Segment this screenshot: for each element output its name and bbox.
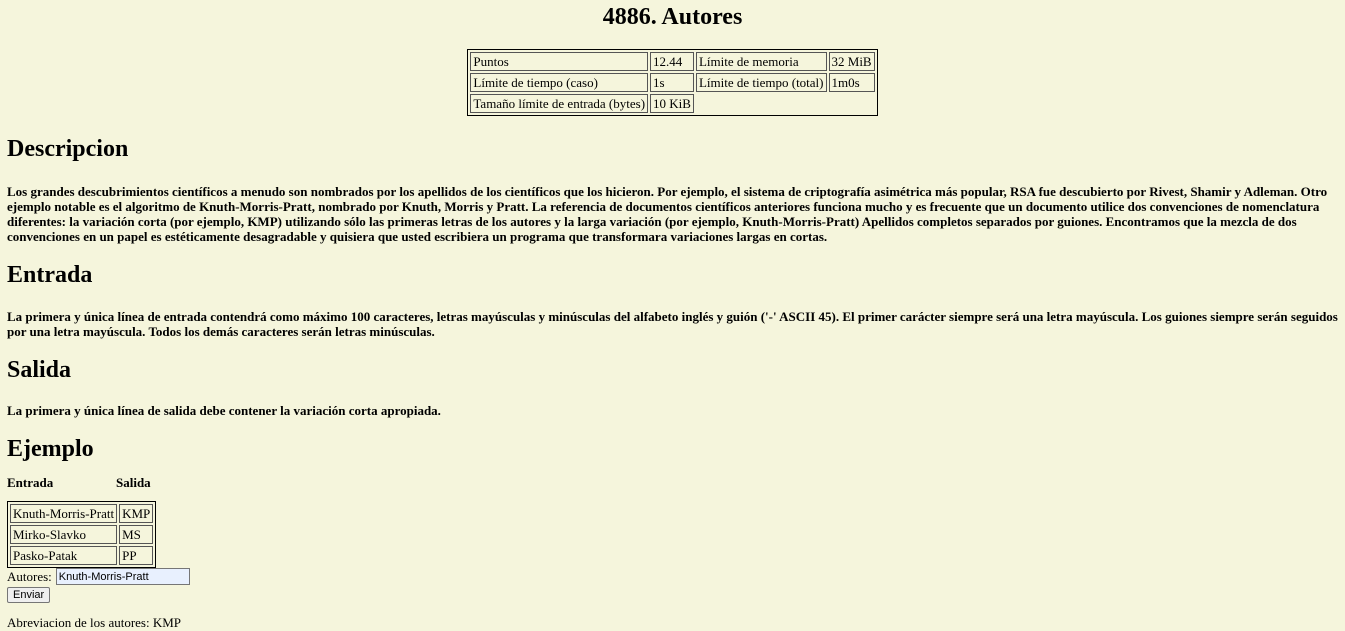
table-row: Mirko-Slavko MS bbox=[10, 525, 154, 544]
table-row: Puntos 12.44 Límite de memoria 32 MiB bbox=[470, 52, 875, 71]
ejemplo-heading: Ejemplo bbox=[7, 436, 94, 462]
result-text: Abreviacion de los autores: KMP bbox=[7, 615, 182, 630]
example-output-cell: KMP bbox=[119, 504, 154, 523]
memoria-value: 32 MiB bbox=[828, 52, 875, 71]
authors-input[interactable] bbox=[55, 568, 190, 585]
examples-table: Knuth-Morris-Pratt KMP Mirko-Slavko MS P… bbox=[7, 501, 157, 568]
example-input-cell: Mirko-Slavko bbox=[10, 525, 118, 544]
descripcion-heading: Descripcion bbox=[7, 136, 129, 162]
puntos-value: 12.44 bbox=[650, 52, 694, 71]
salida-heading: Salida bbox=[7, 357, 72, 383]
problem-page: 4886. Autores Puntos 12.44 Límite de mem… bbox=[0, 3, 1345, 631]
limits-table: Puntos 12.44 Límite de memoria 32 MiB Lí… bbox=[467, 49, 878, 116]
example-output-header: Salida bbox=[116, 475, 151, 490]
example-input-cell: Pasko-Patak bbox=[10, 546, 118, 565]
tiempo-total-value: 1m0s bbox=[828, 73, 875, 92]
page-title: 4886. Autores bbox=[602, 4, 743, 30]
tiempo-caso-label: Límite de tiempo (caso) bbox=[470, 73, 649, 92]
memoria-label: Límite de memoria bbox=[695, 52, 827, 71]
entrada-heading: Entrada bbox=[7, 262, 93, 288]
descripcion-text: Los grandes descubrimientos científicos … bbox=[7, 184, 1328, 244]
puntos-label: Puntos bbox=[470, 52, 649, 71]
table-row: Pasko-Patak PP bbox=[10, 546, 154, 565]
example-input-cell: Knuth-Morris-Pratt bbox=[10, 504, 118, 523]
table-row: Knuth-Morris-Pratt KMP bbox=[10, 504, 154, 523]
entrada-limit-label: Tamaño límite de entrada (bytes) bbox=[470, 94, 649, 113]
example-headers: Entrada Salida bbox=[7, 475, 1338, 491]
example-input-header: Entrada bbox=[7, 475, 54, 490]
tiempo-caso-value: 1s bbox=[650, 73, 694, 92]
authors-row: Autores: bbox=[7, 568, 1338, 585]
tiempo-total-label: Límite de tiempo (total) bbox=[695, 73, 827, 92]
table-row: Tamaño límite de entrada (bytes) 10 KiB bbox=[470, 94, 874, 113]
example-output-cell: MS bbox=[119, 525, 154, 544]
entrada-limit-value: 10 KiB bbox=[650, 94, 694, 113]
example-output-cell: PP bbox=[119, 546, 154, 565]
entrada-text: La primera y única línea de entrada cont… bbox=[7, 309, 1338, 339]
salida-text: La primera y única línea de salida debe … bbox=[7, 403, 441, 418]
authors-label: Autores: bbox=[7, 568, 52, 584]
authors-form: Autores: Enviar bbox=[7, 568, 1338, 603]
submit-button[interactable]: Enviar bbox=[7, 587, 51, 603]
table-row: Límite de tiempo (caso) 1s Límite de tie… bbox=[470, 73, 875, 92]
